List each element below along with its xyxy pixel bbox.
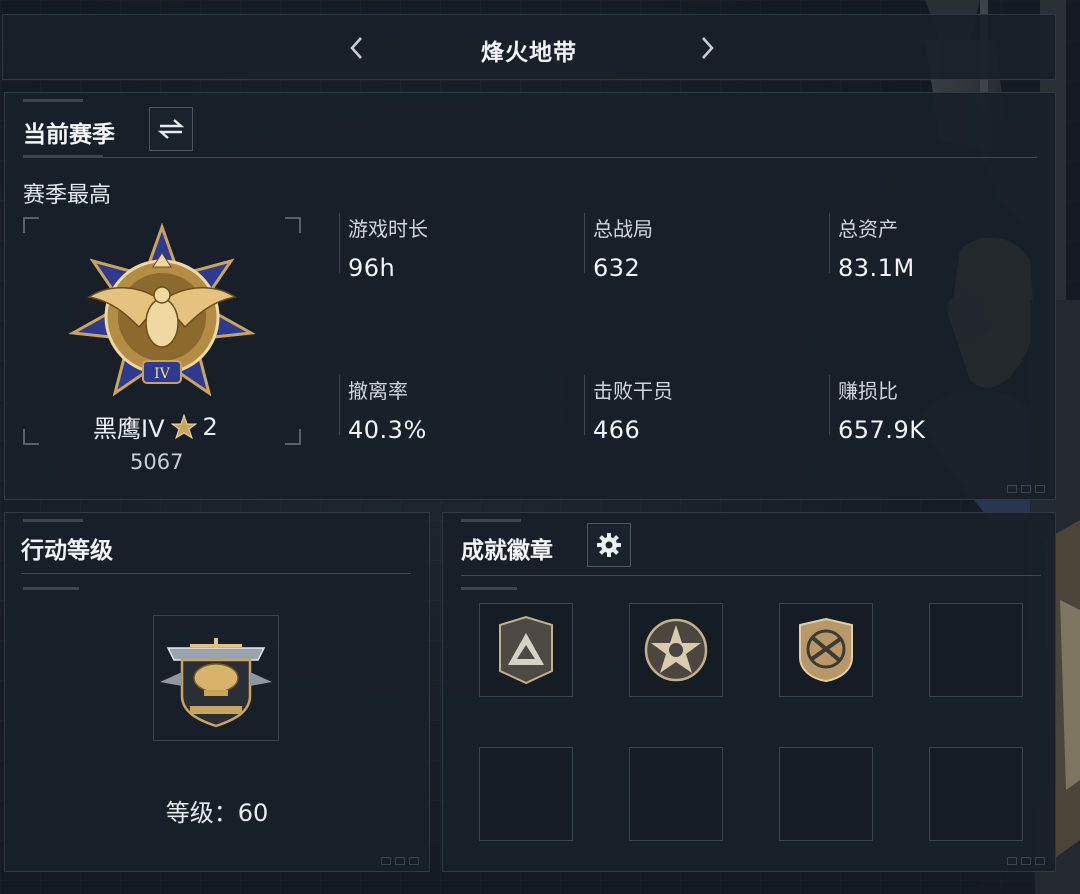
badge-slot-empty[interactable] (779, 747, 873, 841)
stat-profit-loss-ratio: 赚损比 657.9K (829, 375, 925, 444)
season-switch-button[interactable] (149, 107, 193, 151)
stat-total-matches: 总战局 632 (584, 213, 653, 282)
badge-slot-empty[interactable] (929, 603, 1023, 697)
frame-corner (23, 429, 39, 445)
chevron-right-icon (702, 37, 714, 59)
stat-operators-defeated: 击败干员 466 (584, 375, 673, 444)
caption-bar (23, 99, 83, 102)
svg-text:IV: IV (154, 366, 171, 382)
star-icon (170, 413, 197, 439)
rank-title: 黑鹰IV (93, 415, 165, 443)
panel-corner-ticks (1007, 485, 1045, 493)
divider (23, 157, 1037, 158)
caption-bar (461, 587, 517, 590)
helicopter-level-badge-icon (160, 638, 272, 728)
stat-value: 466 (593, 416, 641, 444)
badge-slot[interactable] (629, 603, 723, 697)
stat-value: 632 (593, 254, 641, 282)
season-title: 当前赛季 (23, 122, 115, 148)
rank-name: 黑鹰IV 2 (93, 409, 218, 444)
badge-slot-empty[interactable] (929, 747, 1023, 841)
badge-slot[interactable] (779, 603, 873, 697)
badge-slot-empty[interactable] (479, 747, 573, 841)
season-best-label: 赛季最高 (23, 183, 112, 208)
panel-corner-ticks (381, 857, 419, 865)
stat-label: 游戏时长 (348, 217, 428, 241)
action-level-title: 行动等级 (21, 538, 113, 564)
stat-value: 40.3% (348, 416, 427, 444)
frame-corner (23, 217, 39, 233)
divider (461, 575, 1041, 576)
stat-label: 撤离率 (348, 379, 408, 403)
action-level-panel: 行动等级 等级：60 (4, 512, 430, 872)
black-hawk-rank-medal-icon: IV (68, 223, 256, 397)
frame-corner (285, 429, 301, 445)
stat-label: 总资产 (838, 217, 898, 241)
season-panel: 当前赛季 赛季最高 IV 黑鹰IV 2 5067 游戏时长 96h 总战局 63… (4, 92, 1056, 500)
gear-icon (597, 533, 621, 557)
caption-bar (461, 519, 521, 522)
panel-corner-ticks (1007, 857, 1045, 865)
stat-value: 83.1M (838, 254, 915, 282)
badge-slot[interactable] (479, 603, 573, 697)
stat-extraction-rate: 撤离率 40.3% (339, 375, 427, 444)
stat-value: 96h (348, 254, 396, 282)
mode-title: 烽火地带 (481, 40, 577, 66)
stat-label: 总战局 (593, 217, 653, 241)
action-level-value: 等级：60 (165, 799, 269, 827)
rank-score: 5067 (130, 450, 184, 474)
mode-header: 烽火地带 (2, 14, 1056, 80)
frame-corner (285, 217, 301, 233)
stat-label: 赚损比 (838, 379, 898, 403)
achievements-title: 成就徽章 (461, 538, 553, 564)
badge-slot-empty[interactable] (629, 747, 723, 841)
badge-settings-button[interactable] (587, 523, 631, 567)
swap-arrows-icon (157, 119, 185, 139)
next-mode-button[interactable] (695, 35, 719, 61)
caption-bar (23, 519, 83, 522)
rifle-crossed-badge-icon (799, 617, 853, 683)
stat-label: 击败干员 (593, 379, 673, 403)
triangle-shield-badge-icon (499, 615, 553, 685)
star-skull-badge-icon (644, 618, 708, 682)
stat-play-time: 游戏时长 96h (339, 213, 428, 282)
rank-stars: 2 (202, 412, 218, 441)
stat-value: 657.9K (838, 416, 926, 444)
caption-bar (23, 587, 79, 590)
level-badge-frame (153, 615, 279, 741)
stat-total-assets: 总资产 83.1M (829, 213, 915, 282)
divider (21, 573, 411, 574)
achievements-panel: 成就徽章 (442, 512, 1056, 872)
